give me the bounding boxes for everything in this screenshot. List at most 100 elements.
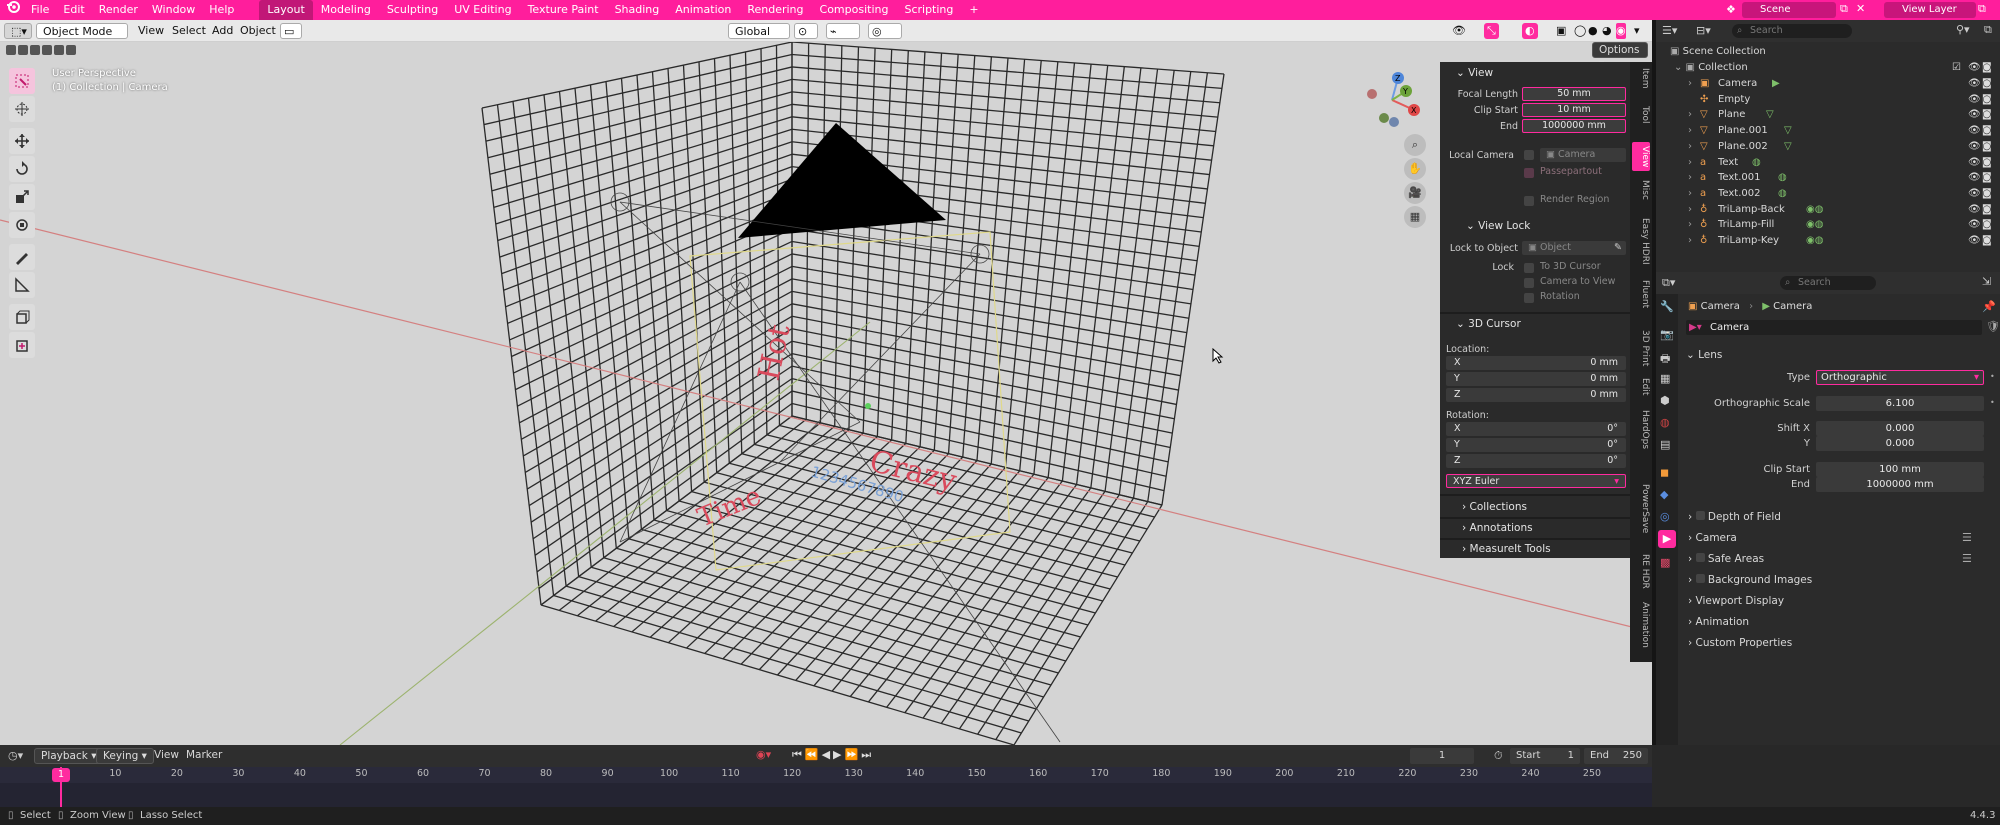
local-camera-field[interactable]: ▣ Camera bbox=[1540, 148, 1626, 162]
checkbox-icon[interactable]: ☑ bbox=[1952, 60, 1961, 76]
menu-window[interactable]: Window bbox=[145, 0, 202, 20]
outliner-item[interactable]: › a Text.001 ◍ 👁 ◙ bbox=[1656, 170, 2000, 186]
measureit-header[interactable]: › MeasureIt Tools bbox=[1446, 540, 1636, 558]
outliner-item[interactable]: › ♁ TriLamp-Fill ◉◍ 👁 ◙ bbox=[1656, 217, 2000, 233]
menu-edit[interactable]: Edit bbox=[56, 0, 91, 20]
safe-areas-header[interactable]: › Safe Areas bbox=[1688, 553, 1764, 565]
menu-render[interactable]: Render bbox=[92, 0, 145, 20]
camera-data-tab-icon[interactable]: ▶ bbox=[1658, 530, 1676, 548]
outliner-item[interactable]: › ▽ Plane.002 ▽ 👁 ◙ bbox=[1656, 139, 2000, 155]
expand-arrow-icon[interactable]: › bbox=[1688, 233, 1692, 249]
end-frame-field[interactable]: End 250 bbox=[1584, 748, 1648, 764]
render-region-checkbox[interactable] bbox=[1524, 196, 1534, 206]
outliner-scene-collection[interactable]: ▣ Scene Collection bbox=[1656, 44, 2000, 60]
add-menu[interactable]: Add bbox=[212, 23, 233, 39]
tab-3d-print[interactable]: 3D Print bbox=[1632, 330, 1650, 366]
rotation-lock-checkbox[interactable] bbox=[1524, 293, 1534, 303]
snap-button[interactable]: ⌁ bbox=[826, 23, 860, 39]
eyedropper-icon[interactable]: ✎ bbox=[1614, 241, 1622, 255]
render-tab-icon[interactable]: 📷 bbox=[1660, 328, 1674, 341]
animation-section-header[interactable]: › Animation bbox=[1688, 616, 1749, 628]
annotate-tool-icon[interactable] bbox=[9, 244, 35, 270]
mode-dropdown[interactable]: Object Mode ▾ bbox=[36, 23, 128, 54]
new-collection-icon[interactable]: ⧉ bbox=[1984, 23, 1992, 37]
pin-icon[interactable]: ⇲ bbox=[1982, 275, 1991, 288]
eye-icon[interactable]: 👁 bbox=[1968, 233, 1981, 249]
collection-tab-icon[interactable]: ▤ bbox=[1660, 438, 1670, 451]
data-icon[interactable]: ◍ bbox=[1752, 155, 1761, 171]
shading-options-icon[interactable]: ▾ bbox=[1634, 23, 1640, 39]
data-icon[interactable]: ◉◍ bbox=[1806, 202, 1823, 218]
modifier-tab-icon[interactable]: ◆ bbox=[1660, 488, 1668, 501]
outliner-item[interactable]: › ♁ TriLamp-Back ◉◍ 👁 ◙ bbox=[1656, 202, 2000, 218]
marker-menu[interactable]: Marker bbox=[186, 749, 222, 761]
to-3d-cursor-checkbox[interactable] bbox=[1524, 263, 1534, 273]
location-y-field[interactable]: Y0 mm bbox=[1446, 372, 1626, 386]
depth-of-field-header[interactable]: › Depth of Field bbox=[1688, 511, 1781, 523]
rotate-tool-icon[interactable] bbox=[9, 156, 35, 182]
expand-arrow-icon[interactable]: › bbox=[1688, 217, 1692, 233]
tab-re-hdr[interactable]: RE HDR bbox=[1632, 554, 1650, 589]
expand-arrow-icon[interactable]: › bbox=[1688, 186, 1692, 202]
material-shading-icon[interactable]: ◕ bbox=[1602, 23, 1612, 39]
list-icon[interactable]: ☰ bbox=[1962, 552, 1972, 565]
eye-icon[interactable]: 👁 bbox=[1968, 170, 1981, 186]
bg-images-checkbox[interactable] bbox=[1695, 574, 1705, 583]
new-view-layer-icon[interactable]: ⧉ bbox=[1978, 2, 1986, 16]
tab-rendering[interactable]: Rendering bbox=[739, 0, 811, 20]
data-icon[interactable]: ◍ bbox=[1778, 186, 1787, 202]
3d-cursor-header[interactable]: ⌄ 3D Cursor bbox=[1440, 315, 1630, 333]
outliner-item[interactable]: › ▽ Plane.001 ▽ 👁 ◙ bbox=[1656, 123, 2000, 139]
transform-orientation-dropdown[interactable]: Global bbox=[728, 23, 790, 39]
eye-icon[interactable]: 👁 bbox=[1968, 186, 1981, 202]
editor-type-button[interactable]: ⬚▾ bbox=[4, 23, 32, 39]
rotation-y-field[interactable]: Y 0° bbox=[1446, 438, 1626, 452]
object-tab-icon[interactable]: ◼ bbox=[1660, 466, 1669, 479]
eye-icon[interactable]: 👁 bbox=[1968, 202, 1981, 218]
dof-checkbox[interactable] bbox=[1695, 511, 1705, 520]
shift-y-field[interactable]: 0.000 bbox=[1816, 436, 1984, 451]
list-icon[interactable]: ☰ bbox=[1962, 531, 1972, 544]
background-images-header[interactable]: › Background Images bbox=[1688, 574, 1812, 586]
xray-icon[interactable]: ▣ bbox=[1556, 23, 1566, 39]
eye-icon[interactable]: 👁 bbox=[1968, 76, 1981, 92]
data-icon[interactable]: ▶ bbox=[1772, 76, 1780, 92]
view-layer-selector[interactable]: View Layer bbox=[1884, 2, 1976, 18]
outliner-item[interactable]: › a Text.002 ◍ 👁 ◙ bbox=[1656, 186, 2000, 202]
new-scene-icon[interactable]: ⧉ bbox=[1840, 2, 1848, 16]
annotations-header[interactable]: › Annotations bbox=[1446, 519, 1636, 537]
scene-selector[interactable]: Scene bbox=[1742, 2, 1836, 18]
add-object-tool-icon[interactable] bbox=[9, 332, 35, 358]
shift-x-field[interactable]: 0.000 bbox=[1816, 421, 1984, 436]
end-field[interactable]: 1000000 mm bbox=[1522, 119, 1626, 133]
scale-tool-icon[interactable] bbox=[9, 184, 35, 210]
eye-icon[interactable]: 👁 bbox=[1968, 139, 1981, 155]
tab-scripting[interactable]: Scripting bbox=[896, 0, 961, 20]
cursor-tool-icon[interactable] bbox=[9, 96, 35, 122]
collections-header[interactable]: › Collections bbox=[1446, 498, 1636, 516]
tool-tab-icon[interactable]: 🔧 bbox=[1660, 300, 1674, 313]
eye-icon[interactable]: 👁 bbox=[1968, 217, 1981, 233]
timeline-editor-type-icon[interactable]: ◷▾ bbox=[8, 749, 23, 762]
camera-render-icon[interactable]: ◙ bbox=[1982, 139, 1992, 155]
expand-arrow-icon[interactable]: › bbox=[1688, 123, 1692, 139]
transform-tool-icon[interactable] bbox=[9, 212, 35, 238]
tab-powersave[interactable]: PowerSave bbox=[1632, 484, 1650, 533]
physics-tab-icon[interactable]: ◎ bbox=[1660, 510, 1670, 523]
overlay-toggle-icon[interactable]: ◐ bbox=[1522, 23, 1538, 39]
rotation-mode-dropdown[interactable]: XYZ Euler ▾ bbox=[1446, 474, 1626, 488]
camera-render-icon[interactable]: ◙ bbox=[1982, 92, 1992, 108]
camera-render-icon[interactable]: ◙ bbox=[1982, 107, 1992, 123]
solid-shading-icon[interactable]: ● bbox=[1588, 23, 1598, 39]
viewport-display-header[interactable]: › Viewport Display bbox=[1688, 595, 1784, 607]
wireframe-shading-icon[interactable]: ◯ bbox=[1574, 23, 1586, 39]
location-x-field[interactable]: X0 mm bbox=[1446, 356, 1626, 370]
location-z-field[interactable]: Z0 mm bbox=[1446, 388, 1626, 402]
view-layer-tab-icon[interactable]: ▦ bbox=[1660, 372, 1670, 385]
tab-easy-hdri[interactable]: Easy HDRI bbox=[1632, 218, 1650, 265]
local-camera-checkbox[interactable] bbox=[1524, 150, 1534, 160]
clip-end-field[interactable]: 1000000 mm bbox=[1816, 477, 1984, 492]
outliner-item[interactable]: › ♁ TriLamp-Key ◉◍ 👁 ◙ bbox=[1656, 233, 2000, 249]
gizmo-toggle-icon[interactable]: ⤡ bbox=[1484, 23, 1499, 39]
world-tab-icon[interactable]: ◍ bbox=[1660, 416, 1670, 429]
